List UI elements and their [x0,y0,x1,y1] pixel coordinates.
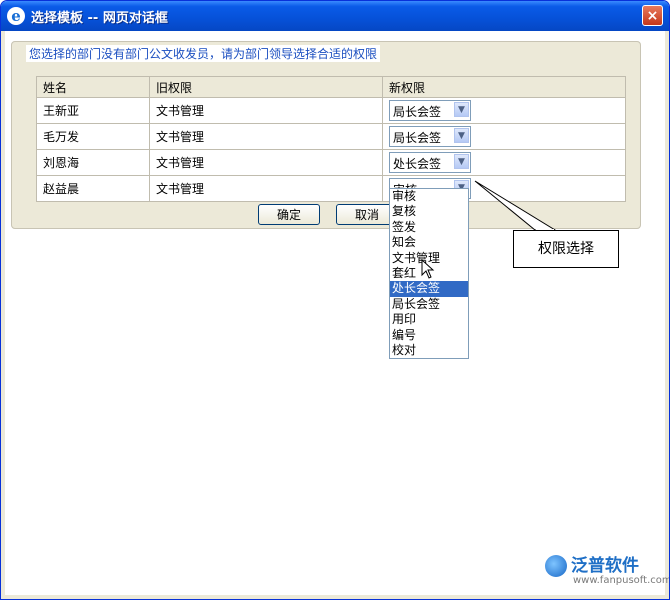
ie-icon: e [7,7,25,25]
brand-watermark: 泛普软件 www.fanpusoft.com [545,551,669,591]
callout-pointer [474,180,557,231]
mouse-cursor-icon [421,259,435,279]
callout-box: 权限选择 [513,230,619,268]
brand-url: www.fanpusoft.com [573,575,670,586]
dialog-window: e 选择模板 -- 网页对话框 × 您选择的部门没有部门公文收发员，请为部门领导… [0,0,670,600]
dialog-content: 您选择的部门没有部门公文收发员，请为部门领导选择合适的权限 姓名 旧权限 新权限… [5,31,669,595]
window-title: 选择模板 -- 网页对话框 [31,11,168,26]
title-bar[interactable]: e 选择模板 -- 网页对话框 × [1,1,669,31]
close-button[interactable]: × [642,5,663,26]
brand-logo-icon [545,555,567,577]
brand-name: 泛普软件 [571,556,639,576]
